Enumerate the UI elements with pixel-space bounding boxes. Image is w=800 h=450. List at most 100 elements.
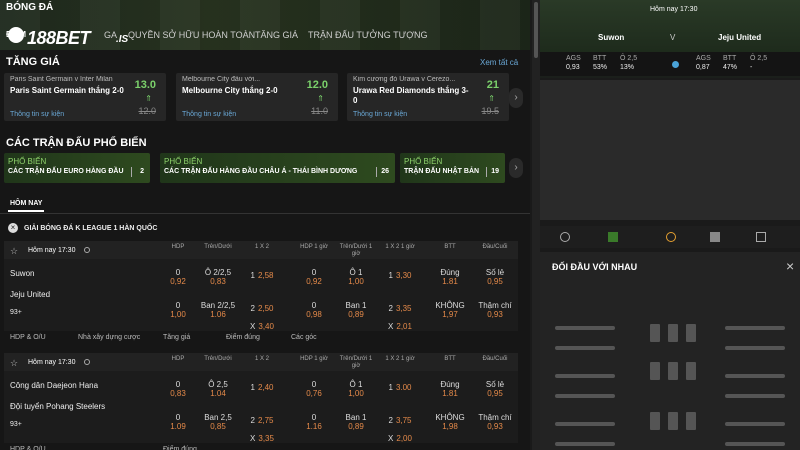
- jersey-icon[interactable]: [710, 232, 720, 242]
- market-chip[interactable]: Các góc: [291, 334, 317, 341]
- market-chip[interactable]: Nhà xây dựng cược: [78, 334, 140, 341]
- odds-cell[interactable]: X 3,40: [242, 322, 282, 331]
- odds-cell[interactable]: 1 3,30: [380, 271, 420, 280]
- boost-odd[interactable]: 21: [487, 79, 499, 91]
- see-all-link[interactable]: Xem tất cả: [480, 58, 518, 67]
- away-team[interactable]: Jeju United: [10, 290, 50, 299]
- stats-icon[interactable]: [756, 232, 766, 242]
- popular-item[interactable]: PHỔ BIẾN CÁC TRẬN ĐẤU EURO HÀNG ĐẦU 2: [4, 153, 150, 183]
- nav-item-virtual[interactable]: TRẬN ĐẤU TƯỞNG TƯỢNG: [308, 30, 427, 40]
- odds-cell[interactable]: X 2,00: [380, 434, 420, 443]
- odds-cell[interactable]: Ban 2,5 0,85: [198, 413, 238, 431]
- nav-item-boost[interactable]: TĂNG GIÁ: [255, 30, 298, 40]
- odds-cell[interactable]: Ô 2/2,5 0,83: [198, 268, 238, 286]
- popular-item[interactable]: PHỔ BIẾN CÁC TRẬN ĐẤU HÀNG ĐẦU CHÂU Á - T…: [160, 153, 395, 183]
- nav-item-score[interactable]: ĐIỂM: [6, 30, 26, 39]
- odds-cell[interactable]: 0 1,00: [158, 301, 198, 319]
- column-header: Đầu/Cuối: [482, 356, 508, 362]
- odds-label: Đúng: [440, 268, 460, 277]
- boost-card[interactable]: Paris Saint Germain v Inter Milan Paris S…: [4, 73, 166, 121]
- odds-cell[interactable]: 2 3,35: [380, 304, 420, 313]
- match-time: Hôm nay 17:30: [28, 359, 76, 366]
- info-icon[interactable]: [672, 61, 679, 68]
- scoreboard: Hôm nay 17:30 Suwon V Jeju United AGS 0,9…: [540, 0, 800, 78]
- odds-value: 3.00: [395, 383, 412, 392]
- odds-cell[interactable]: Đúng 1.81: [430, 268, 470, 286]
- home-team[interactable]: Suwon: [10, 269, 34, 278]
- odds-cell[interactable]: 1 2,58: [242, 271, 282, 280]
- odds-label: Ban 2,5: [204, 413, 232, 422]
- odds-cell[interactable]: KHÔNG 1,97: [430, 301, 470, 319]
- vs-icon[interactable]: [666, 232, 676, 242]
- boost-pick: Urawa Red Diamonds thắng 3-0: [353, 86, 469, 105]
- odds-label: Số lẻ: [485, 268, 505, 277]
- odds-cell[interactable]: 1 2,40: [242, 383, 282, 392]
- event-info-link[interactable]: Thông tin sự kiện: [353, 111, 407, 118]
- odds-label: 1: [388, 383, 393, 392]
- odds-cell[interactable]: Ô 2,5 1.04: [198, 380, 238, 398]
- odds-cell[interactable]: KHÔNG 1,98: [430, 413, 470, 431]
- odds-cell[interactable]: 0 0,92: [294, 268, 334, 286]
- popular-item[interactable]: PHỔ BIẾN TRẬN ĐẤU NHẬT BẢN 19: [400, 153, 505, 183]
- market-chip[interactable]: HDP & O/U: [10, 334, 46, 341]
- away-team[interactable]: Đội tuyển Pohang Steelers: [10, 402, 105, 411]
- odds-cell[interactable]: 2 2,50: [242, 304, 282, 313]
- favorite-star-icon[interactable]: ☆: [10, 246, 18, 257]
- boost-card[interactable]: Melbourne City đấu với... Melbourne City …: [176, 73, 338, 121]
- popular-next-arrow-icon[interactable]: ›: [509, 158, 523, 178]
- boost-card[interactable]: Kim cương đỏ Urawa v Cerezo... Urawa Red …: [347, 73, 509, 121]
- column-header: Trên/Dưới: [204, 244, 232, 250]
- close-icon[interactable]: ×: [786, 258, 794, 274]
- odds-value: 1.09: [170, 422, 186, 431]
- boost-odd[interactable]: 13.0: [135, 79, 156, 91]
- next-arrow-icon[interactable]: ›: [509, 88, 523, 108]
- market-chip[interactable]: Điểm đúng: [226, 334, 260, 341]
- odds-cell[interactable]: Số lẻ 0,95: [475, 268, 515, 286]
- favorite-star-icon[interactable]: ☆: [10, 358, 18, 369]
- odds-cell[interactable]: 0 0,83: [158, 380, 198, 398]
- odds-cell[interactable]: Ô 1 1,00: [336, 380, 376, 398]
- scrollbar[interactable]: [532, 0, 540, 450]
- odds-cell[interactable]: Ô 1 1,00: [336, 268, 376, 286]
- event-info-link[interactable]: Thông tin sự kiện: [182, 111, 236, 118]
- odds-value: 1.16: [306, 422, 322, 431]
- scrollbar-thumb[interactable]: [534, 2, 538, 58]
- market-chip[interactable]: Điểm đúng: [163, 446, 197, 450]
- odds-cell[interactable]: 0 0,76: [294, 380, 334, 398]
- odds-cell[interactable]: 0 1.09: [158, 413, 198, 431]
- market-chip[interactable]: Tăng giá: [163, 334, 190, 341]
- popular-count: 26: [381, 168, 389, 175]
- market-chip[interactable]: HDP & O/U: [10, 446, 46, 450]
- more-markets[interactable]: 93+: [10, 309, 22, 316]
- nav-item-ga[interactable]: GA: [104, 30, 117, 40]
- odds-cell[interactable]: X 3,35: [242, 434, 282, 443]
- odds-cell[interactable]: Ban 1 0,89: [336, 413, 376, 431]
- odds-cell[interactable]: Thậm chí 0,93: [475, 301, 515, 319]
- home-team[interactable]: Công dân Daejeon Hana: [10, 381, 98, 390]
- boost-odd[interactable]: 12.0: [307, 79, 328, 91]
- odds-cell[interactable]: Thậm chí 0,93: [475, 413, 515, 431]
- tab-today[interactable]: HÔM NAY: [10, 200, 42, 207]
- odds-cell[interactable]: 1 3.00: [380, 383, 420, 392]
- play-icon[interactable]: [560, 232, 570, 242]
- collapse-icon[interactable]: ×: [8, 223, 18, 233]
- more-markets[interactable]: 93+: [10, 421, 22, 428]
- odds-cell[interactable]: Số lẻ 0,95: [475, 380, 515, 398]
- odds-cell[interactable]: Ban 2/2,5 1.06: [198, 301, 238, 319]
- odds-cell[interactable]: Đúng 1.81: [430, 380, 470, 398]
- odds-label: Số lẻ: [485, 380, 505, 389]
- odds-label: KHÔNG: [435, 301, 465, 310]
- stat-value: 0,93: [566, 64, 580, 71]
- odds-value: 1,98: [442, 422, 458, 431]
- event-info-link[interactable]: Thông tin sự kiện: [10, 111, 64, 118]
- odds-cell[interactable]: 0 0,98: [294, 301, 334, 319]
- odds-cell[interactable]: 2 2,75: [242, 416, 282, 425]
- odds-value: 1.81: [442, 277, 458, 286]
- odds-cell[interactable]: Ban 1 0,89: [336, 301, 376, 319]
- odds-cell[interactable]: 0 0,92: [158, 268, 198, 286]
- nav-item-ownership[interactable]: QUYỀN SỞ HỮU HOÀN TOÀN: [128, 30, 255, 40]
- pitch-icon[interactable]: [608, 232, 618, 242]
- odds-cell[interactable]: 2 3,75: [380, 416, 420, 425]
- odds-cell[interactable]: 0 1.16: [294, 413, 334, 431]
- odds-cell[interactable]: X 2,01: [380, 322, 420, 331]
